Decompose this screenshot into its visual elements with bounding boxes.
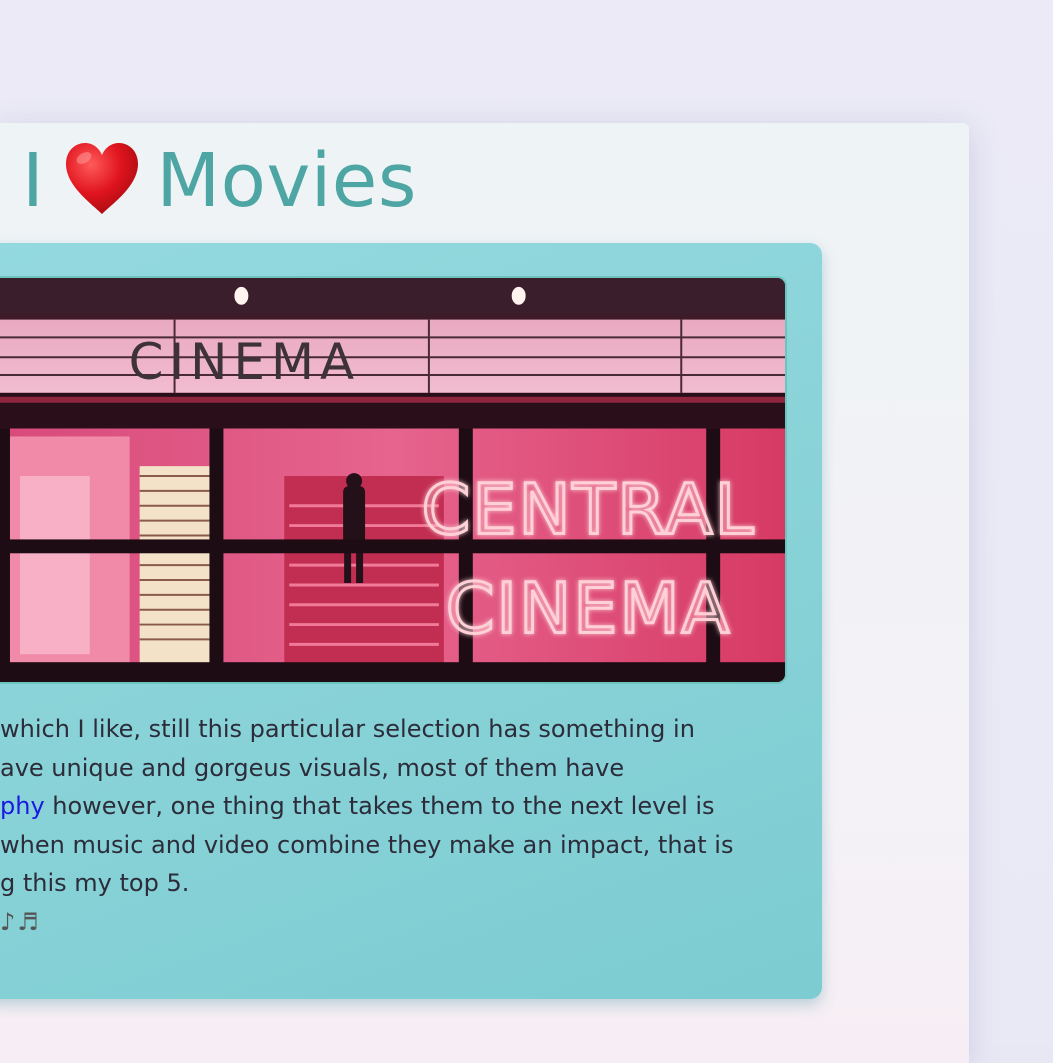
paragraph-line-4: when music and video combine they make a…: [0, 830, 734, 859]
sign-text: CINEMA: [129, 333, 360, 391]
title-prefix: I: [22, 138, 45, 224]
paragraph-line-5: g this my top 5.: [0, 869, 190, 897]
hero-image: CINEMA CENTRAL CINEMA: [0, 276, 787, 684]
cinematography-link[interactable]: phy: [0, 792, 45, 820]
neon-line2: CINEMA: [446, 569, 732, 650]
cinema-photo: CINEMA CENTRAL CINEMA: [0, 278, 785, 682]
heart-icon: [66, 143, 139, 214]
paragraph-line-3-rest: however, one thing that takes them to th…: [44, 792, 715, 820]
title-suffix: Movies: [156, 138, 417, 224]
next-section-heading: [0, 1030, 960, 1045]
paragraph-line-1: which I like, still this particular sele…: [0, 715, 695, 743]
page-title: I Movies: [22, 136, 417, 226]
music-notes-icon: ♪♬: [0, 907, 41, 936]
neon-line1: CENTRAL: [422, 470, 756, 551]
intro-paragraph: which I like, still this particular sele…: [0, 710, 800, 941]
paragraph-line-2: ave unique and gorgeus visuals, most of …: [0, 753, 625, 782]
paragraph-line-3: phy however, one thing that takes them t…: [0, 787, 800, 826]
